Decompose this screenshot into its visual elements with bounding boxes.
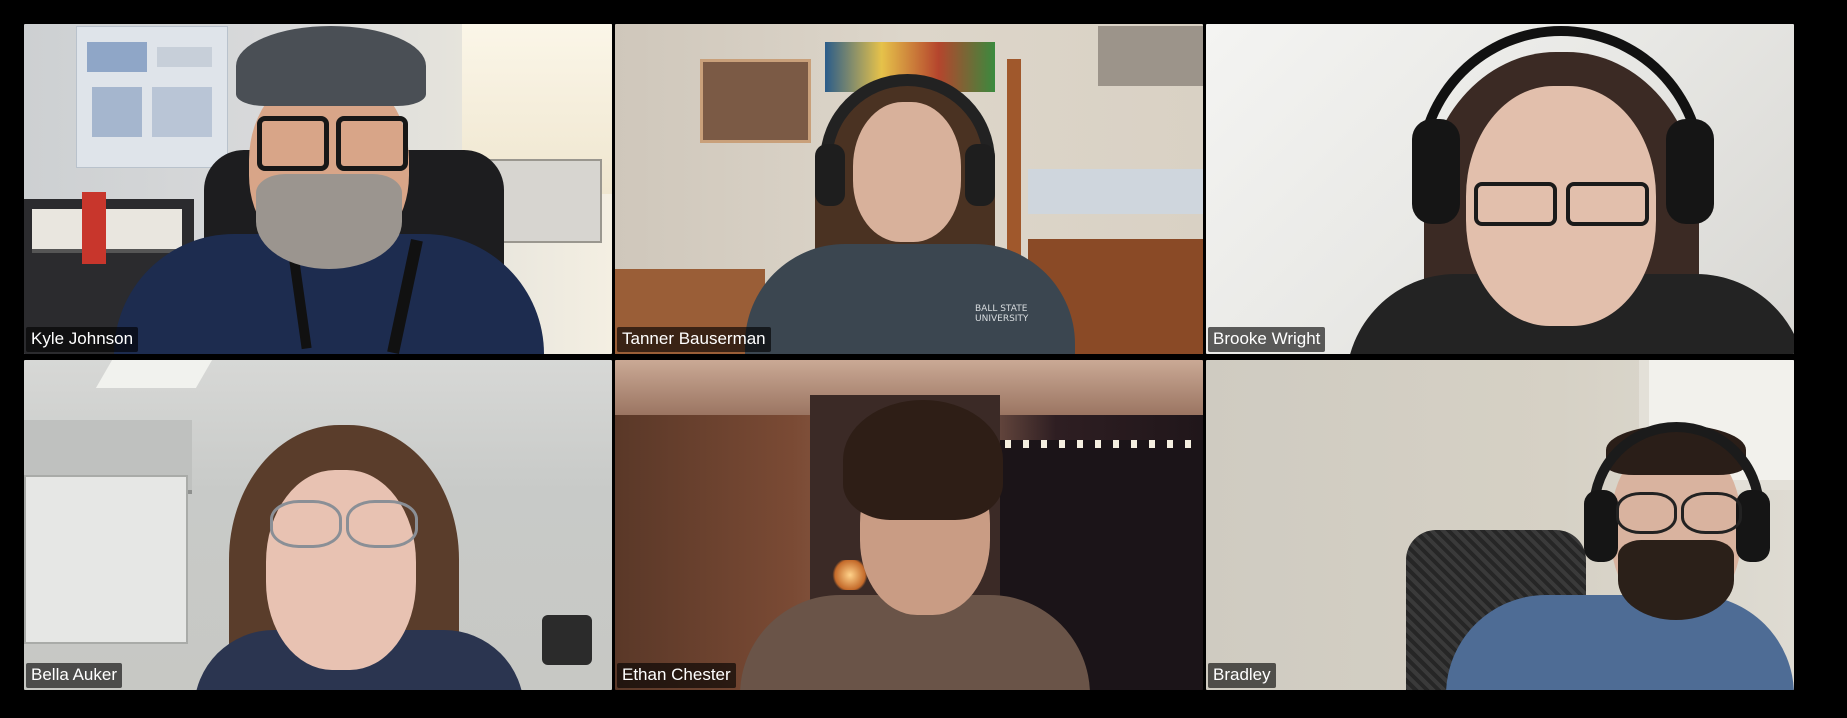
person-beard	[256, 174, 402, 269]
video-feed	[615, 360, 1203, 690]
person-glasses	[336, 116, 408, 171]
participant-tile-tanner-bauserman[interactable]: BALL STATE UNIVERSITY Tanner Bauserman	[615, 24, 1203, 354]
background-speaker	[542, 615, 592, 665]
background-papers	[32, 209, 182, 253]
person-cap	[236, 26, 426, 106]
person-hair	[843, 400, 1003, 520]
participant-name-label: Tanner Bauserman	[617, 327, 771, 352]
person-glasses	[346, 500, 418, 548]
background-bulletin-board	[700, 59, 811, 143]
ceiling-light	[95, 360, 213, 388]
person-glasses	[1616, 492, 1677, 534]
video-gallery: Kyle Johnson BALL STATE UNIVERSITY Tanne…	[24, 24, 1794, 690]
video-feed: BALL STATE UNIVERSITY	[615, 24, 1203, 354]
participant-name-label: Kyle Johnson	[26, 327, 139, 352]
video-feed	[24, 24, 612, 354]
headset-earcup	[815, 144, 845, 206]
person-glasses	[257, 116, 329, 171]
person-glasses	[1474, 182, 1557, 226]
headset-earcup	[1584, 490, 1618, 562]
participant-name-label: Ethan Chester	[617, 663, 736, 688]
participant-tile-bradley[interactable]: Bradley	[1206, 360, 1794, 690]
headset-earcup	[1736, 490, 1770, 562]
background-poster	[1098, 26, 1203, 86]
participant-tile-ethan-chester[interactable]: Ethan Chester	[615, 360, 1203, 690]
participant-tile-kyle-johnson[interactable]: Kyle Johnson	[24, 24, 612, 354]
video-feed	[1206, 24, 1794, 354]
video-feed	[1206, 360, 1794, 690]
background-poster	[76, 26, 228, 168]
headset-earcup	[965, 144, 995, 206]
person-shirt	[1446, 595, 1794, 690]
shirt-logo: BALL STATE UNIVERSITY	[975, 304, 1029, 324]
participant-tile-brooke-wright[interactable]: Brooke Wright	[1206, 24, 1794, 354]
participant-name-label: Brooke Wright	[1208, 327, 1326, 352]
participant-tile-bella-auker[interactable]: Bella Auker	[24, 360, 612, 690]
person-glasses	[1566, 182, 1649, 226]
person-shirt	[745, 244, 1075, 354]
background-whiteboard	[24, 475, 188, 644]
video-feed	[24, 360, 612, 690]
headset-earcup	[1412, 119, 1460, 224]
person-beard	[1618, 540, 1734, 620]
participant-name-label: Bradley	[1208, 663, 1276, 688]
person-glasses	[270, 500, 342, 548]
background-snack-box	[82, 192, 106, 264]
participant-name-label: Bella Auker	[26, 663, 122, 688]
headset-earcup	[1666, 119, 1714, 224]
background-string-lights	[1005, 440, 1195, 448]
background-bed	[1028, 169, 1203, 214]
person-glasses	[1681, 492, 1742, 534]
